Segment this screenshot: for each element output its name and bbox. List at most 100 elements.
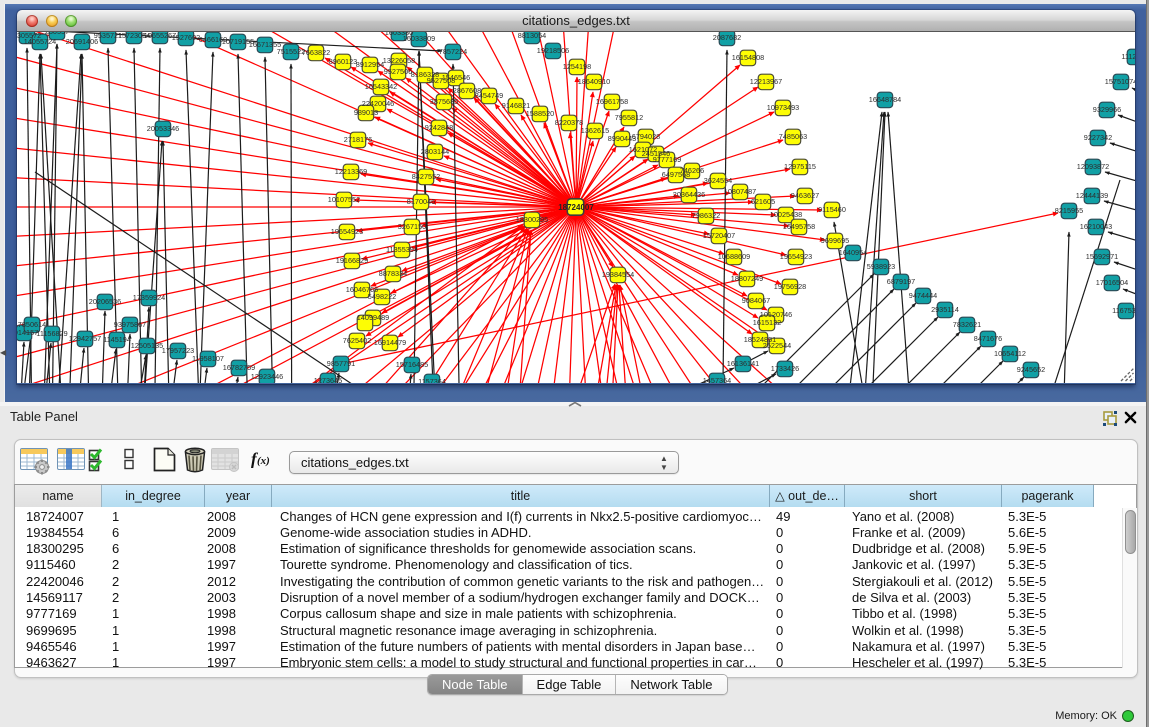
svg-text:18640910: 18640910 — [578, 77, 610, 86]
svg-text:10807487: 10807487 — [724, 187, 756, 196]
svg-text:5938923: 5938923 — [867, 262, 895, 271]
svg-text:7625402: 7625402 — [343, 336, 371, 345]
svg-text:19166829: 19166829 — [336, 256, 368, 265]
svg-text:12505135: 12505135 — [131, 341, 163, 350]
svg-text:11156829: 11156829 — [36, 329, 67, 338]
svg-text:12213967: 12213967 — [750, 77, 782, 86]
svg-text:7832621: 7832621 — [953, 320, 981, 329]
svg-text:11958107: 11958107 — [192, 354, 224, 363]
svg-text:12444139: 12444139 — [1076, 191, 1108, 200]
svg-text:17359924: 17359924 — [133, 293, 165, 302]
svg-text:9115460: 9115460 — [818, 205, 846, 214]
svg-text:18300295: 18300295 — [516, 215, 548, 224]
svg-text:93975867: 93975867 — [114, 320, 146, 329]
svg-text:14055724: 14055724 — [24, 37, 56, 46]
svg-text:9084067: 9084067 — [742, 296, 770, 305]
svg-text:20053346: 20053346 — [147, 124, 179, 133]
svg-text:8220378: 8220378 — [555, 118, 583, 127]
svg-text:6794028: 6794028 — [632, 132, 660, 141]
svg-text:15751074: 15751074 — [1105, 77, 1135, 86]
svg-text:19384554: 19384554 — [602, 270, 634, 279]
svg-text:9329966: 9329966 — [1093, 105, 1121, 114]
svg-text:9857791: 9857791 — [327, 359, 355, 368]
svg-text:7955812: 7955812 — [615, 113, 643, 122]
svg-text:16648784: 16648784 — [869, 95, 901, 104]
svg-text:9699695: 9699695 — [821, 236, 849, 245]
svg-text:9242848: 9242848 — [425, 123, 453, 132]
svg-text:2718176: 2718176 — [344, 135, 372, 144]
svg-text:12942757: 12942757 — [69, 334, 101, 343]
svg-text:10688609: 10688609 — [718, 252, 750, 261]
svg-text:8170046: 8170046 — [407, 197, 435, 206]
svg-text:7850614: 7850614 — [18, 320, 46, 329]
svg-text:8813054: 8813054 — [518, 32, 546, 40]
svg-text:1157364: 1157364 — [418, 377, 446, 383]
svg-text:8471676: 8471676 — [974, 334, 1002, 343]
svg-text:17957223: 17957223 — [162, 346, 194, 355]
svg-text:10654112: 10654112 — [994, 349, 1026, 358]
svg-text:10107552: 10107552 — [328, 195, 360, 204]
svg-text:7857224: 7857224 — [439, 47, 467, 56]
svg-text:13226058: 13226058 — [383, 56, 415, 65]
svg-text:1112345: 1112345 — [1121, 52, 1135, 61]
svg-text:8878334: 8878334 — [379, 269, 407, 278]
svg-text:1457364: 1457364 — [703, 376, 731, 383]
svg-text:19218506: 19218506 — [537, 46, 569, 55]
svg-text:230557: 230557 — [45, 32, 69, 36]
svg-text:8912954: 8912954 — [356, 60, 384, 69]
svg-text:16914479: 16914479 — [374, 338, 406, 347]
svg-text:2935114: 2935114 — [931, 305, 959, 314]
svg-text:18807249: 18807249 — [731, 274, 763, 283]
svg-text:1362615: 1362615 — [581, 126, 609, 135]
svg-text:1167534: 1167534 — [1112, 306, 1135, 315]
svg-text:16210043: 16210043 — [1080, 222, 1112, 231]
svg-text:746266: 746266 — [680, 166, 704, 175]
svg-text:19654923: 19654923 — [780, 252, 812, 261]
svg-text:6879197: 6879197 — [887, 277, 915, 286]
svg-text:7986322: 7986322 — [692, 211, 720, 220]
svg-text:621605: 621605 — [751, 197, 775, 206]
svg-text:3624554: 3624554 — [704, 176, 732, 185]
svg-text:2087682: 2087682 — [713, 33, 741, 42]
svg-text:12923446: 12923446 — [251, 372, 283, 381]
svg-text:15720407: 15720407 — [703, 231, 735, 240]
svg-text:16543342: 16543342 — [365, 82, 397, 91]
svg-text:1254198: 1254198 — [563, 62, 591, 71]
svg-text:12213369: 12213369 — [335, 167, 367, 176]
svg-text:11355394: 11355394 — [386, 245, 418, 254]
svg-text:16033809: 16033809 — [403, 34, 435, 43]
svg-text:19654923: 19654923 — [331, 227, 363, 236]
svg-text:1546546: 1546546 — [442, 73, 470, 82]
svg-text:18724007: 18724007 — [558, 203, 594, 212]
svg-text:16495758: 16495758 — [783, 222, 815, 231]
svg-text:1615132: 1615132 — [753, 318, 781, 327]
svg-text:1588520: 1588520 — [526, 109, 554, 118]
svg-text:1145194: 1145194 — [103, 335, 131, 344]
svg-text:10973493: 10973493 — [767, 103, 799, 112]
svg-text:16961758: 16961758 — [596, 97, 628, 106]
svg-text:989013: 989013 — [354, 108, 378, 117]
svg-text:3914157: 3914157 — [17, 328, 38, 337]
svg-text:9245652: 9245652 — [1017, 365, 1045, 374]
svg-text:1273645: 1273645 — [314, 376, 342, 383]
svg-text:5498222: 5498222 — [368, 292, 396, 301]
svg-text:15692971: 15692971 — [1086, 252, 1118, 261]
svg-text:15716485: 15716485 — [396, 360, 428, 369]
svg-text:9474444: 9474444 — [909, 291, 937, 300]
svg-text:8215955: 8215955 — [1055, 206, 1083, 215]
svg-text:20206536: 20206536 — [89, 297, 121, 306]
svg-text:9227342: 9227342 — [1084, 133, 1112, 142]
svg-text:9527506: 9527506 — [384, 67, 412, 76]
svg-text:12975115: 12975115 — [784, 162, 816, 171]
svg-text:7485063: 7485063 — [779, 132, 807, 141]
svg-text:17016504: 17016504 — [1096, 278, 1128, 287]
svg-text:8454749: 8454749 — [475, 91, 503, 100]
svg-text:2803144: 2803144 — [421, 147, 449, 156]
svg-text:8960123: 8960123 — [329, 57, 357, 66]
svg-text:22420046: 22420046 — [362, 99, 394, 108]
svg-text:9463627: 9463627 — [791, 191, 819, 200]
svg-text:7663822: 7663822 — [302, 48, 330, 57]
svg-text:16782759: 16782759 — [223, 363, 255, 372]
svg-text:2522544: 2522544 — [763, 341, 791, 350]
svg-text:19756928: 19756928 — [774, 282, 806, 291]
